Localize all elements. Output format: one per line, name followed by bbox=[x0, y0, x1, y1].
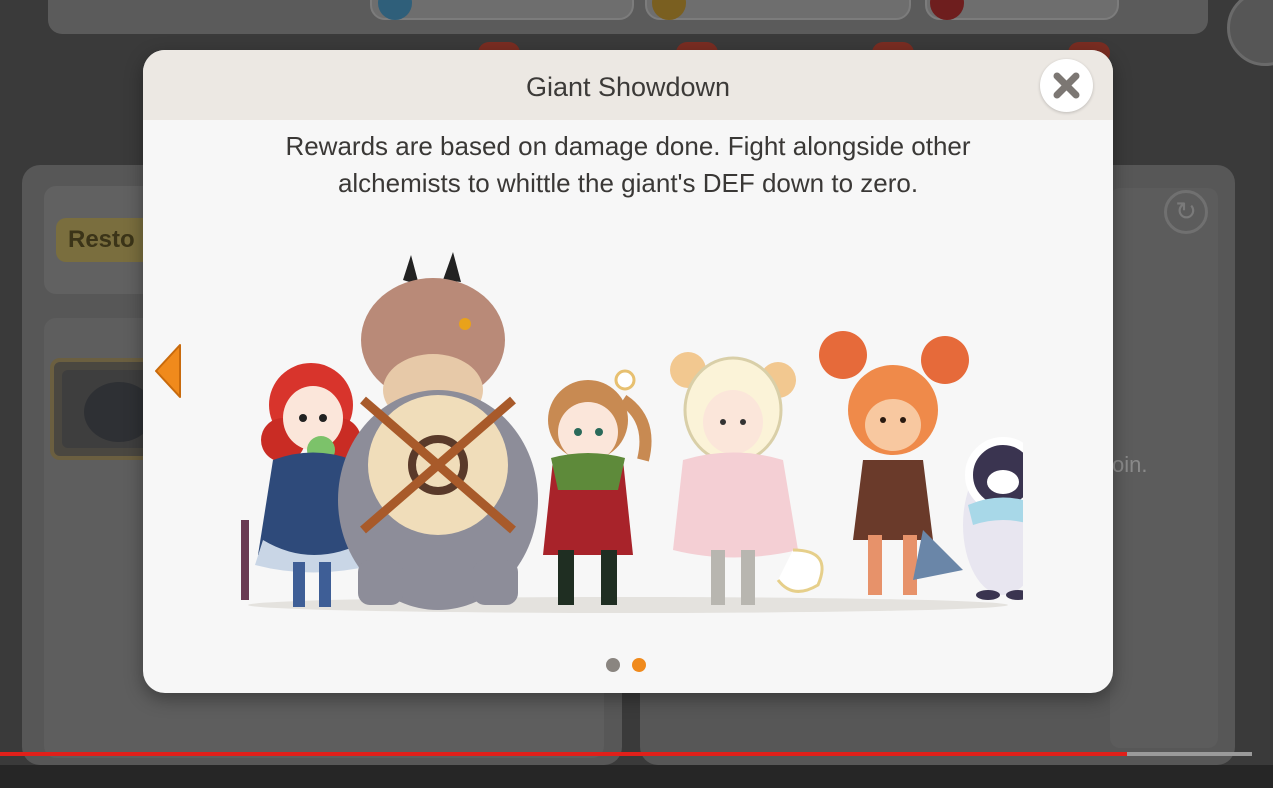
archer-girl bbox=[543, 369, 652, 605]
penguin bbox=[963, 437, 1023, 600]
pagination-dots bbox=[606, 658, 656, 672]
modal-title: Giant Showdown bbox=[525, 72, 731, 102]
close-button[interactable] bbox=[1040, 59, 1093, 112]
menu-button[interactable] bbox=[1227, 0, 1273, 66]
page-dot-1[interactable] bbox=[606, 658, 620, 672]
giant-showdown-modal: Giant Showdown Rewards are based on dama… bbox=[143, 50, 1113, 693]
giant-beast bbox=[338, 252, 538, 610]
prev-page-button[interactable] bbox=[153, 342, 183, 400]
description-line-2: alchemists to whittle the giant's DEF do… bbox=[337, 168, 919, 198]
fox-eared-warrior bbox=[819, 331, 969, 595]
refresh-icon[interactable]: ↻ bbox=[1164, 190, 1208, 234]
arrow-left-icon bbox=[155, 344, 181, 398]
bottom-strip bbox=[0, 765, 1273, 788]
description-line-1: Rewards are based on damage done. Fight … bbox=[285, 131, 971, 161]
modal-description: Rewards are based on damage done. Fight … bbox=[203, 128, 1053, 202]
hooded-girl-pink-cloak bbox=[670, 352, 824, 605]
page-dot-2[interactable] bbox=[632, 658, 646, 672]
background-text: oin. bbox=[1112, 452, 1148, 477]
close-icon bbox=[1053, 72, 1080, 99]
video-progress-fill bbox=[0, 752, 1127, 756]
characters-illustration bbox=[241, 252, 1023, 613]
modal-header: Giant Showdown bbox=[143, 50, 1113, 120]
